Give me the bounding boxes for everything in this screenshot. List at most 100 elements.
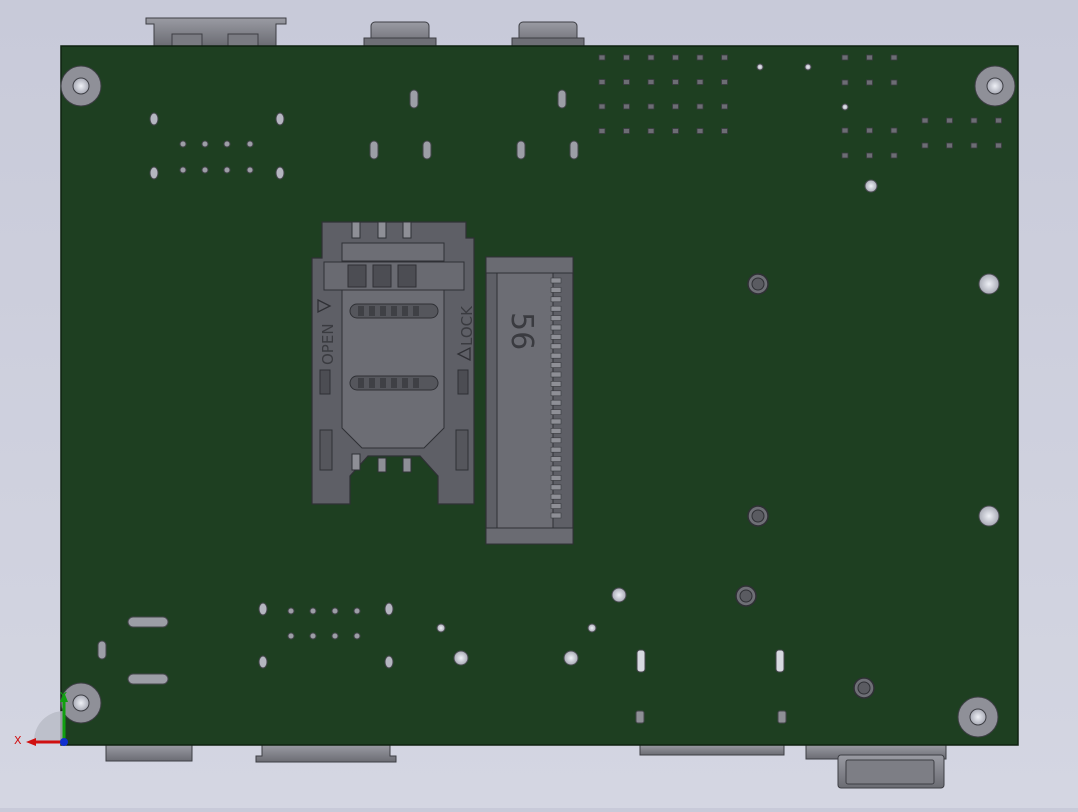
header-hole [287,632,295,640]
standoff-center [751,509,765,523]
pin-pad [696,128,704,134]
pin-pad [696,79,704,85]
header-hole [287,607,295,615]
pin-pad [866,54,873,61]
standoff-center [751,277,765,291]
header-hole [331,607,339,615]
sim-lock-label: LOCK [458,305,476,346]
sim-slat [369,378,375,388]
mounting-hole-bore [969,708,987,726]
slot-pad [409,89,419,109]
header-hole [353,632,361,640]
pcie-pin [550,418,562,425]
standoff-center [857,681,871,695]
pin-pad [623,54,630,61]
sim-slat [391,378,397,388]
pin-pad [647,79,655,85]
connector-tab [258,602,268,616]
through-hole [864,179,878,193]
pin-pad [866,79,873,86]
pcie-pin [550,475,562,481]
sim-slat [380,378,386,388]
through-hole [841,103,849,111]
pin-pad [598,54,606,61]
connector-bottom-left [105,744,193,762]
header-connector-bottom [639,744,785,756]
through-hole [756,63,764,71]
y-axis-label: Y [59,690,67,703]
through-hole [587,623,597,633]
dc-jack-bottom-right [805,744,947,789]
pin-pad [890,152,898,159]
slot-pad [127,673,169,685]
pin-pad [995,142,1002,149]
pin-pad [921,117,929,124]
pin-pad [598,79,606,85]
pin-pad [721,128,728,134]
pin-pad [598,103,606,110]
header-hole [223,166,231,174]
pcie-pin [550,371,562,378]
pcb-render: OPEN LOCK 56 X Y [14,17,1019,789]
pcie-pin [550,390,562,397]
slot-pad [97,640,107,660]
connector-tab [384,602,394,616]
header-hole [353,607,361,615]
sim-slat [413,378,419,388]
mounting-hole-bore [72,694,90,712]
pcie-pin [550,446,562,453]
through-hole [978,505,1000,527]
header-hole [201,140,209,148]
component-pin [635,710,645,724]
pin-pad [890,79,898,86]
pcie-pin [550,512,562,519]
pcie-pin [550,334,562,340]
audio-jack-top-1 [363,21,437,47]
slot-pad [369,140,379,160]
pin-pad [623,79,630,85]
standoff-center [739,589,753,603]
pin-pad [672,103,679,110]
pin-pad [721,54,728,61]
pcie-pin [550,503,562,509]
pin-pad [721,103,728,110]
mini-pcie-pin-label: 56 [504,312,539,350]
coordinate-triad[interactable]: X Y [14,690,68,747]
header-hole [331,632,339,640]
through-hole [453,650,469,666]
connector-tab [275,112,285,126]
slot-pad [516,140,526,160]
header-hole [179,140,187,148]
sim-slat [369,306,375,316]
pin-pad [995,117,1002,124]
header-hole [309,632,317,640]
pin-pad [672,128,679,134]
pcie-pin [550,277,562,284]
pin-pad [672,79,679,85]
component-pin [636,649,646,673]
connector-tab [384,655,394,669]
pcie-pin [550,324,562,331]
pin-pad [623,103,630,110]
pcie-pin [550,343,562,350]
through-hole [563,650,579,666]
sim-slat [380,306,386,316]
sim-slat [358,306,364,316]
mini-pcie-connector: 56 [485,256,574,545]
usb-connector-top [145,17,287,47]
usb-connector-bottom [255,744,397,763]
pcie-pin [550,465,562,472]
pin-pad [696,54,704,61]
pcie-pin [550,296,562,303]
pin-pad [866,127,873,134]
header-hole [309,607,317,615]
pin-pad [623,128,630,134]
component-pin [775,649,785,673]
pcie-pin [550,399,562,406]
pcie-pin [550,287,562,293]
pin-pad [946,142,953,149]
cad-viewport[interactable]: OPEN LOCK 56 X Y [0,0,1078,808]
through-hole [978,273,1000,295]
pcie-pin [550,484,562,491]
connector-tab [149,112,159,126]
